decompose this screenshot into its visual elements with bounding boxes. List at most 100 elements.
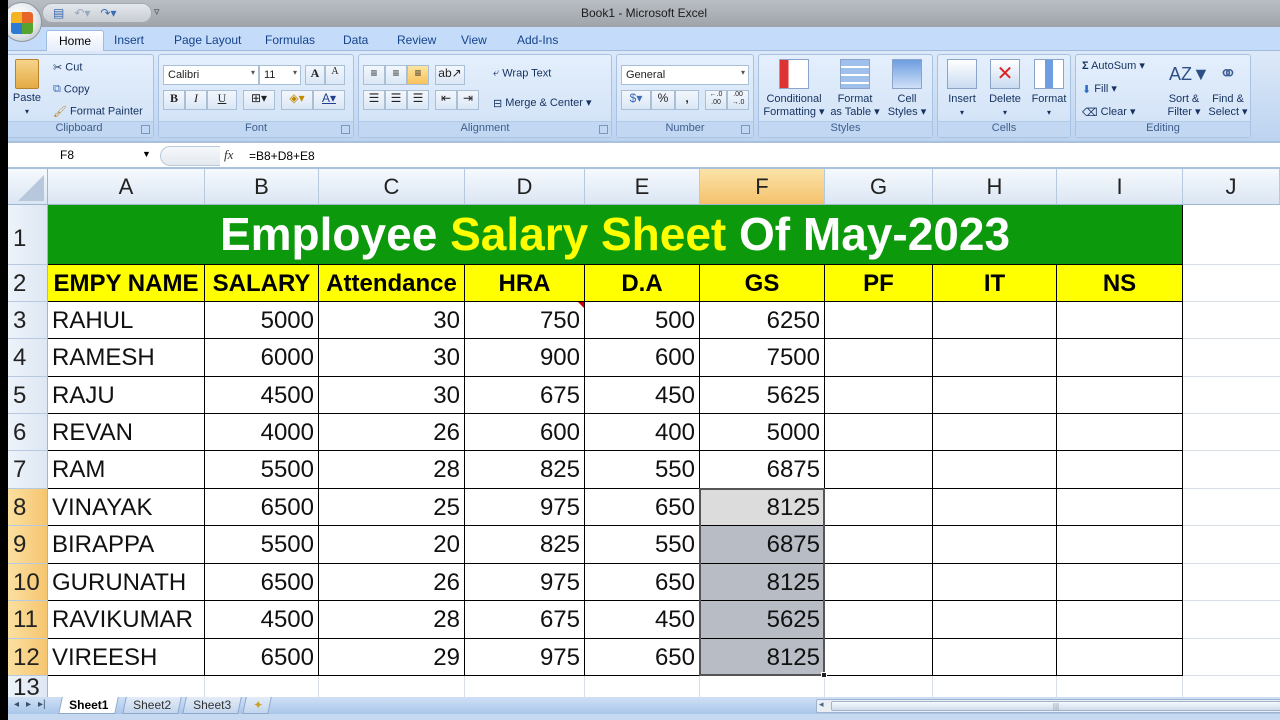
cell-da[interactable]: 650 (585, 564, 700, 601)
cell-it[interactable] (933, 601, 1057, 639)
borders-button[interactable]: ⊞▾ (243, 90, 275, 110)
increase-decimal-button[interactable]: ←.0 .00 (705, 90, 727, 110)
cell-pf[interactable] (825, 377, 933, 414)
cell-gs[interactable]: 6875 (700, 451, 825, 489)
cell-attendance[interactable]: 30 (319, 377, 465, 414)
row-header-9[interactable]: 9 (8, 526, 48, 564)
cell-ns[interactable] (1057, 414, 1183, 451)
cell-gs[interactable]: 7500 (700, 339, 825, 377)
cell-attendance[interactable]: 30 (319, 339, 465, 377)
decrease-indent-button[interactable]: ⇤ (435, 90, 457, 110)
align-top-button[interactable]: ≡ (363, 65, 385, 85)
cell-it[interactable] (933, 639, 1057, 676)
format-as-table-button[interactable]: Format as Table ▾ (829, 59, 881, 119)
header-cell[interactable]: SALARY (205, 265, 319, 302)
column-header-f[interactable]: F (700, 169, 825, 205)
cell-pf[interactable] (825, 526, 933, 564)
align-left-button[interactable]: ☰ (363, 90, 385, 110)
cell-da[interactable]: 500 (585, 302, 700, 339)
find-select-button[interactable]: ⚭ Find & Select ▾ (1206, 59, 1250, 119)
cell-hra[interactable]: 675 (465, 601, 585, 639)
tab-view[interactable]: View (449, 30, 499, 51)
cell-name[interactable]: RAHUL (48, 302, 205, 339)
header-cell[interactable]: D.A (585, 265, 700, 302)
cell-salary[interactable]: 5000 (205, 302, 319, 339)
column-header-c[interactable]: C (319, 169, 465, 205)
cell-name[interactable]: GURUNATH (48, 564, 205, 601)
cell-hra[interactable]: 825 (465, 526, 585, 564)
cell-salary[interactable]: 4000 (205, 414, 319, 451)
clear-button[interactable]: ⌫ Clear ▾ (1082, 105, 1136, 119)
cell-salary[interactable]: 5500 (205, 526, 319, 564)
tab-review[interactable]: Review (385, 30, 448, 51)
last-sheet-icon[interactable]: ▸| (38, 699, 46, 710)
cell-it[interactable] (933, 489, 1057, 526)
sort-filter-button[interactable]: AZ▼ Sort & Filter ▾ (1164, 59, 1209, 119)
cell-attendance[interactable]: 20 (319, 526, 465, 564)
header-cell[interactable]: NS (1057, 265, 1183, 302)
cell-it[interactable] (933, 377, 1057, 414)
cell-hra[interactable]: 975 (465, 639, 585, 676)
align-right-button[interactable]: ☰ (407, 90, 429, 110)
row-header-13[interactable]: 13 (8, 676, 48, 700)
cell-it[interactable] (933, 302, 1057, 339)
cell-hra[interactable]: 675 (465, 377, 585, 414)
cell-salary[interactable]: 6000 (205, 339, 319, 377)
cell-pf[interactable] (825, 639, 933, 676)
wrap-text-button[interactable]: ⤶ Wrap Text (493, 67, 551, 80)
cell-ns[interactable] (1057, 377, 1183, 414)
column-header-i[interactable]: I (1057, 169, 1183, 205)
font-name-select[interactable]: Calibri ▾ (163, 65, 259, 85)
cell-da[interactable]: 450 (585, 601, 700, 639)
row-header-1[interactable]: 1 (8, 205, 48, 265)
insert-sheet-button[interactable]: ✦ (242, 697, 272, 714)
column-header-j[interactable]: J (1183, 169, 1280, 205)
italic-button[interactable]: I (185, 90, 207, 110)
cell-attendance[interactable]: 26 (319, 564, 465, 601)
row-header-7[interactable]: 7 (8, 451, 48, 489)
cell-name[interactable]: RAJU (48, 377, 205, 414)
sheet-tab-sheet2[interactable]: Sheet2 (122, 697, 182, 714)
row-header-2[interactable]: 2 (8, 265, 48, 302)
sheet-tab-sheet1[interactable]: Sheet1 (58, 697, 120, 714)
format-cells-button[interactable]: Format ▾ (1028, 59, 1070, 119)
column-header-a[interactable]: A (48, 169, 205, 205)
cell-pf[interactable] (825, 339, 933, 377)
cell-da[interactable]: 400 (585, 414, 700, 451)
font-size-select[interactable]: 11 ▾ (259, 65, 301, 85)
font-launcher-icon[interactable] (341, 125, 350, 134)
cell-salary[interactable]: 4500 (205, 377, 319, 414)
paste-button[interactable]: Paste ▾ (11, 59, 43, 118)
cell-hra[interactable]: 750 (465, 302, 585, 339)
cell-pf[interactable] (825, 302, 933, 339)
cell-pf[interactable] (825, 489, 933, 526)
tab-data[interactable]: Data (331, 30, 380, 51)
header-cell[interactable]: PF (825, 265, 933, 302)
cell-salary[interactable]: 5500 (205, 451, 319, 489)
fill-button[interactable]: ⬇ Fill ▾ (1082, 82, 1117, 96)
autosum-button[interactable]: Σ AutoSum ▾ (1082, 59, 1145, 72)
cell-name[interactable]: VINAYAK (48, 489, 205, 526)
column-header-e[interactable]: E (585, 169, 700, 205)
cell-ns[interactable] (1057, 339, 1183, 377)
cell-gs[interactable]: 5625 (700, 601, 825, 639)
cell-it[interactable] (933, 339, 1057, 377)
formula-bar-handle[interactable] (160, 146, 220, 166)
cell-salary[interactable]: 6500 (205, 489, 319, 526)
bold-button[interactable]: B (163, 90, 185, 110)
column-header-b[interactable]: B (205, 169, 319, 205)
cell-da[interactable]: 650 (585, 639, 700, 676)
align-center-button[interactable]: ☰ (385, 90, 407, 110)
cell-name[interactable]: VIREESH (48, 639, 205, 676)
header-cell[interactable]: EMPY NAME (48, 265, 205, 302)
tab-insert[interactable]: Insert (102, 30, 156, 51)
cell-attendance[interactable]: 28 (319, 601, 465, 639)
cell-gs[interactable]: 5000 (700, 414, 825, 451)
row-header-12[interactable]: 12 (8, 639, 48, 676)
delete-cells-button[interactable]: ✕ Delete ▾ (984, 59, 1026, 119)
header-cell[interactable]: HRA (465, 265, 585, 302)
decrease-decimal-button[interactable]: .00 →.0 (727, 90, 749, 110)
cell-it[interactable] (933, 451, 1057, 489)
cut-button[interactable]: ✂ Cut (53, 61, 82, 74)
cell-name[interactable]: RAM (48, 451, 205, 489)
